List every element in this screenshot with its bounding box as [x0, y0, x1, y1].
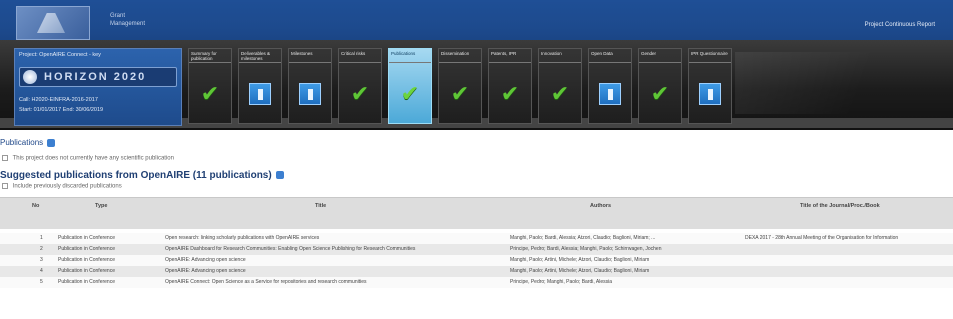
project-line-3: Call: H2020-EINFRA-2016-2017: [19, 97, 98, 103]
step-separator: [439, 62, 481, 63]
col-type-header[interactable]: Type: [95, 203, 107, 209]
table-row[interactable]: 5 Publication in Conference OpenAIRE Conne…: [0, 277, 953, 288]
no-publications-checkbox-row[interactable]: This project does not currently have any…: [2, 155, 174, 162]
project-info-panel: Project: OpenAIRE Connect - key HORIZON …: [14, 48, 182, 126]
publications-heading: Publications: [0, 138, 56, 147]
wizard-step-1[interactable]: Deliverables & milestones: [238, 48, 282, 124]
wizard-step-9[interactable]: Gender ✔: [638, 48, 682, 124]
eu-flag-icon: [16, 6, 90, 40]
wizard-step-6[interactable]: Patents, IPR ✔: [488, 48, 532, 124]
brand-line-2: Management: [110, 21, 146, 27]
wizard-step-4[interactable]: Publications ✔: [388, 48, 432, 124]
cell-type: Publication in Conference: [58, 257, 115, 263]
include-discarded-checkbox-row[interactable]: Include previously discarded publication…: [2, 183, 122, 190]
suggested-heading-text: Suggested publications from OpenAIRE (11…: [0, 170, 272, 181]
document-icon: [699, 83, 721, 105]
wizard-step-5[interactable]: Dissemination ✔: [438, 48, 482, 124]
cell-no: 3: [40, 257, 43, 263]
check-icon: ✔: [350, 81, 370, 106]
help-icon[interactable]: [276, 171, 285, 180]
no-publications-label: This project does not currently have any…: [12, 155, 174, 162]
table-row[interactable]: 3 Publication in Conference OpenAIRE: Adva…: [0, 255, 953, 266]
brand-logo: Grant Management: [16, 6, 176, 42]
table-row[interactable]: 2 Publication in Conference OpenAIRE Dashb…: [0, 244, 953, 255]
check-icon: ✔: [400, 81, 420, 106]
table-row[interactable]: 4 Publication in Conference OpenAIRE: Adva…: [0, 266, 953, 277]
col-authors-header[interactable]: Authors: [590, 203, 611, 209]
cell-title: OpenAIRE Connect: Open Science as a Serv…: [165, 279, 367, 285]
brand-text: Grant Management: [110, 12, 145, 28]
step-separator: [189, 62, 231, 63]
project-line-1: Project: OpenAIRE Connect - key: [19, 52, 101, 58]
cell-no: 2: [40, 246, 43, 252]
include-discarded-checkbox[interactable]: [2, 183, 8, 189]
cell-no: 4: [40, 268, 43, 274]
cell-no: 1: [40, 235, 43, 241]
cell-no: 5: [40, 279, 43, 285]
cell-title: OpenAIRE Dashboard for Research Communit…: [165, 246, 416, 252]
cell-title: OpenAIRE: Advancing open science: [165, 257, 246, 263]
suggested-publications-heading: Suggested publications from OpenAIRE (11…: [0, 170, 285, 181]
check-icon: ✔: [650, 81, 670, 106]
table-header: No Type Title Authors Title of the Journ…: [0, 197, 953, 229]
col-title-header[interactable]: Title: [315, 203, 326, 209]
horizon-2020-logo: HORIZON 2020: [19, 67, 177, 87]
cell-authors: Principe, Pedro; Manghi, Paolo; Bardi, A…: [510, 279, 612, 285]
logo-word: HORIZON 2020: [44, 71, 147, 83]
document-icon: [299, 83, 321, 105]
cell-title: OpenAIRE: Advancing open science: [165, 268, 246, 274]
step-separator: [639, 62, 681, 63]
wizard-step-0[interactable]: Summary for publication ✔: [188, 48, 232, 124]
cell-type: Publication in Conference: [58, 268, 115, 274]
project-report-link[interactable]: Project Continuous Report: [865, 22, 935, 28]
table-row[interactable]: 1 Publication in Conference Open research:…: [0, 233, 953, 244]
wizard-step-10[interactable]: IPR Questionnaire: [688, 48, 732, 124]
cell-authors: Manghi, Paolo; Bardi, Alessia; Atzori, C…: [510, 235, 656, 241]
step-separator: [339, 62, 381, 63]
wizard-step-2[interactable]: Milestones: [288, 48, 332, 124]
cell-type: Publication in Conference: [58, 279, 115, 285]
step-separator: [389, 62, 431, 63]
band-reflection: [735, 52, 945, 114]
cell-journal: DEXA 2017 - 28th Annual Meeting of the O…: [745, 235, 899, 241]
step-separator: [289, 62, 331, 63]
step-separator: [539, 62, 581, 63]
cell-authors: Manghi, Paolo; Artini, Michele; Atzori, …: [510, 257, 650, 263]
help-icon[interactable]: [47, 138, 56, 147]
step-separator: [689, 62, 731, 63]
step-separator: [489, 62, 531, 63]
check-icon: ✔: [550, 81, 570, 106]
check-icon: ✔: [450, 81, 470, 106]
cell-type: Publication in Conference: [58, 246, 115, 252]
step-separator: [589, 62, 631, 63]
logo-circle-icon: [23, 70, 37, 84]
publications-heading-text: Publications: [0, 138, 44, 147]
project-line-4: Start: 01/01/2017 End: 30/06/2019: [19, 107, 104, 113]
wizard-step-7[interactable]: Innovation ✔: [538, 48, 582, 124]
cell-title: Open research: linking scholarly publica…: [165, 235, 320, 241]
col-journal-header[interactable]: Title of the Journal/Proc./Book: [800, 203, 880, 209]
cell-authors: Principe, Pedro; Bardi, Alessia; Manghi,…: [510, 246, 662, 252]
wizard-step-8[interactable]: Open Data: [588, 48, 632, 124]
col-no-header[interactable]: No: [32, 203, 39, 209]
document-icon: [599, 83, 621, 105]
check-icon: ✔: [500, 81, 520, 106]
cell-type: Publication in Conference: [58, 235, 115, 241]
brand-line-1: Grant: [110, 13, 126, 19]
wizard-step-3[interactable]: Critical risks ✔: [338, 48, 382, 124]
no-publications-checkbox[interactable]: [2, 155, 8, 161]
cell-authors: Manghi, Paolo; Artini, Michele; Atzori, …: [510, 268, 650, 274]
document-icon: [249, 83, 271, 105]
include-discarded-label: Include previously discarded publication…: [12, 183, 122, 190]
step-separator: [239, 62, 281, 63]
check-icon: ✔: [200, 81, 220, 106]
